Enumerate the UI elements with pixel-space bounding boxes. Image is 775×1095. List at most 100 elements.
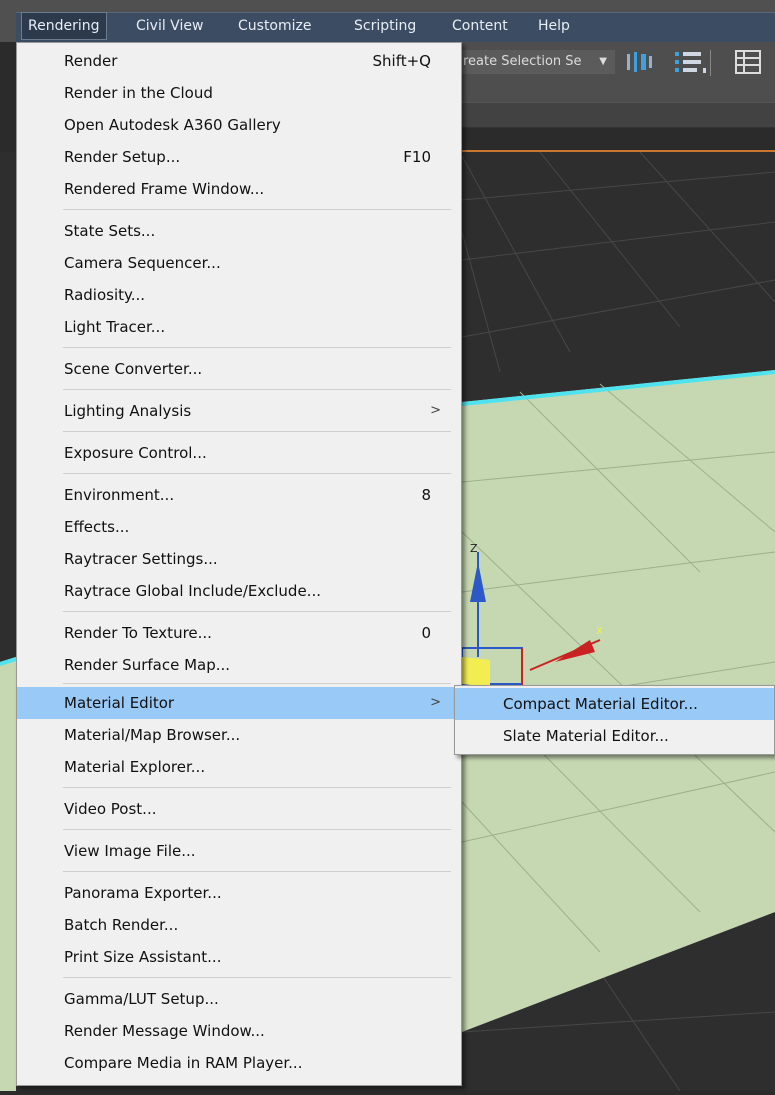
menu-item-material-map-browser[interactable]: Material/Map Browser... bbox=[17, 719, 461, 751]
toolbar-strip bbox=[455, 102, 775, 128]
menubar-strip: Rendering Civil View Customize Scripting… bbox=[16, 12, 775, 43]
menu-customize[interactable]: Customize bbox=[232, 13, 318, 39]
menu-item-label: State Sets... bbox=[64, 222, 156, 240]
menu-item-slate-material-editor[interactable]: Slate Material Editor... bbox=[455, 720, 774, 752]
menu-item-label: Material Explorer... bbox=[64, 758, 206, 776]
menu-separator bbox=[63, 977, 451, 978]
menu-item-label: Raytracer Settings... bbox=[64, 550, 218, 568]
menu-item-label: Render Setup... bbox=[64, 148, 181, 166]
menu-item-rendered-frame-window[interactable]: Rendered Frame Window... bbox=[17, 173, 461, 205]
menu-item-render[interactable]: Render Shift+Q bbox=[17, 45, 461, 77]
menu-item-view-image-file[interactable]: View Image File... bbox=[17, 835, 461, 867]
menu-item-label: Compare Media in RAM Player... bbox=[64, 1054, 303, 1072]
menu-item-raytrace-global-include-exclude[interactable]: Raytrace Global Include/Exclude... bbox=[17, 575, 461, 607]
mirror-icon[interactable] bbox=[625, 48, 659, 76]
menu-item-label: Render bbox=[64, 52, 118, 70]
menu-separator bbox=[63, 611, 451, 612]
menu-item-environment[interactable]: Environment... 8 bbox=[17, 479, 461, 511]
menu-item-label: Material/Map Browser... bbox=[64, 726, 241, 744]
menu-item-label: Radiosity... bbox=[64, 286, 146, 304]
menu-item-shortcut: 0 bbox=[421, 624, 431, 642]
layer-manager-icon[interactable] bbox=[733, 48, 763, 76]
menu-item-label: Camera Sequencer... bbox=[64, 254, 221, 272]
menu-item-radiosity[interactable]: Radiosity... bbox=[17, 279, 461, 311]
menu-item-label: Print Size Assistant... bbox=[64, 948, 222, 966]
menu-item-render-message-window[interactable]: Render Message Window... bbox=[17, 1015, 461, 1047]
axis-z-label: Z bbox=[470, 542, 478, 555]
menu-separator bbox=[63, 787, 451, 788]
menu-item-label: Render To Texture... bbox=[64, 624, 212, 642]
menu-item-render-in-the-cloud[interactable]: Render in the Cloud bbox=[17, 77, 461, 109]
menu-item-label: Batch Render... bbox=[64, 916, 179, 934]
menu-separator bbox=[63, 683, 451, 684]
menu-separator bbox=[63, 829, 451, 830]
menu-item-label: Slate Material Editor... bbox=[503, 727, 669, 745]
menu-item-material-explorer[interactable]: Material Explorer... bbox=[17, 751, 461, 783]
menu-item-shortcut: Shift+Q bbox=[372, 52, 431, 70]
main-menubar: Rendering Civil View Customize Scripting… bbox=[0, 0, 775, 43]
menu-item-compact-material-editor[interactable]: Compact Material Editor... bbox=[455, 688, 774, 720]
create-selection-set-dropdown[interactable]: reate Selection Se ▼ bbox=[455, 50, 615, 74]
menu-item-label: Material Editor bbox=[64, 694, 175, 712]
menu-item-label: Open Autodesk A360 Gallery bbox=[64, 116, 281, 134]
submenu-arrow-icon: > bbox=[430, 403, 441, 418]
menu-separator bbox=[63, 473, 451, 474]
menu-item-label: Rendered Frame Window... bbox=[64, 180, 265, 198]
menu-item-shortcut: F10 bbox=[403, 148, 431, 166]
menu-item-label: View Image File... bbox=[64, 842, 196, 860]
menu-item-label: Effects... bbox=[64, 518, 130, 536]
menu-help[interactable]: Help bbox=[532, 13, 576, 39]
selection-set-text: reate Selection Se bbox=[463, 54, 582, 69]
menu-separator bbox=[63, 209, 451, 210]
menu-rendering[interactable]: Rendering bbox=[21, 12, 107, 40]
menu-separator bbox=[63, 431, 451, 432]
menu-item-label: Light Tracer... bbox=[64, 318, 166, 336]
menu-item-label: Gamma/LUT Setup... bbox=[64, 990, 219, 1008]
menu-item-state-sets[interactable]: State Sets... bbox=[17, 215, 461, 247]
menu-item-gamma-lut-setup[interactable]: Gamma/LUT Setup... bbox=[17, 983, 461, 1015]
menu-item-label: Environment... bbox=[64, 486, 175, 504]
menu-item-raytracer-settings[interactable]: Raytracer Settings... bbox=[17, 543, 461, 575]
menu-item-shortcut: 8 bbox=[421, 486, 431, 504]
menu-item-print-size-assistant[interactable]: Print Size Assistant... bbox=[17, 941, 461, 973]
menu-item-light-tracer[interactable]: Light Tracer... bbox=[17, 311, 461, 343]
chevron-down-icon: ▼ bbox=[599, 56, 607, 67]
menu-item-effects[interactable]: Effects... bbox=[17, 511, 461, 543]
menu-item-open-a360-gallery[interactable]: Open Autodesk A360 Gallery bbox=[17, 109, 461, 141]
menu-separator bbox=[63, 347, 451, 348]
axis-x-label: X bbox=[596, 626, 603, 637]
menu-item-compare-media-ram-player[interactable]: Compare Media in RAM Player... bbox=[17, 1047, 461, 1079]
align-icon[interactable] bbox=[673, 48, 713, 76]
menu-content[interactable]: Content bbox=[446, 13, 514, 39]
menu-item-label: Compact Material Editor... bbox=[503, 695, 698, 713]
menu-item-label: Panorama Exporter... bbox=[64, 884, 222, 902]
material-editor-submenu: Compact Material Editor... Slate Materia… bbox=[454, 685, 775, 755]
menu-item-label: Raytrace Global Include/Exclude... bbox=[64, 582, 321, 600]
menu-item-batch-render[interactable]: Batch Render... bbox=[17, 909, 461, 941]
menu-separator bbox=[63, 871, 451, 872]
menu-item-video-post[interactable]: Video Post... bbox=[17, 793, 461, 825]
menu-civil-view[interactable]: Civil View bbox=[130, 13, 209, 39]
menu-item-exposure-control[interactable]: Exposure Control... bbox=[17, 437, 461, 469]
submenu-arrow-icon: > bbox=[430, 695, 441, 710]
menu-item-label: Render Message Window... bbox=[64, 1022, 265, 1040]
menu-item-label: Scene Converter... bbox=[64, 360, 203, 378]
menu-item-render-setup[interactable]: Render Setup... F10 bbox=[17, 141, 461, 173]
menu-item-camera-sequencer[interactable]: Camera Sequencer... bbox=[17, 247, 461, 279]
menu-item-label: Lighting Analysis bbox=[64, 402, 192, 420]
menu-item-render-surface-map[interactable]: Render Surface Map... bbox=[17, 649, 461, 681]
rendering-menu: Render Shift+Q Render in the Cloud Open … bbox=[16, 42, 462, 1086]
main-toolbar: reate Selection Se ▼ bbox=[455, 42, 775, 102]
menu-separator bbox=[63, 389, 451, 390]
menu-item-scene-converter[interactable]: Scene Converter... bbox=[17, 353, 461, 385]
menu-item-lighting-analysis[interactable]: Lighting Analysis > bbox=[17, 395, 461, 427]
menu-item-label: Render in the Cloud bbox=[64, 84, 213, 102]
menu-item-panorama-exporter[interactable]: Panorama Exporter... bbox=[17, 877, 461, 909]
viewport-label-bar bbox=[455, 150, 775, 152]
menu-item-label: Render Surface Map... bbox=[64, 656, 231, 674]
ground-plane-left bbox=[0, 657, 16, 1091]
menu-item-material-editor[interactable]: Material Editor > bbox=[17, 687, 461, 719]
menu-item-render-to-texture[interactable]: Render To Texture... 0 bbox=[17, 617, 461, 649]
menu-scripting[interactable]: Scripting bbox=[348, 13, 422, 39]
menu-item-label: Exposure Control... bbox=[64, 444, 207, 462]
